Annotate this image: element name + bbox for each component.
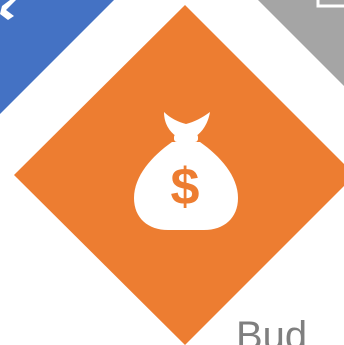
tiles-svg: $: [0, 0, 344, 345]
gray-tile: [258, 0, 344, 86]
dollar-symbol: $: [171, 158, 200, 216]
caption-text: Bud: [236, 314, 308, 345]
diamond-tiles-graphic: $ Bud: [0, 0, 344, 345]
